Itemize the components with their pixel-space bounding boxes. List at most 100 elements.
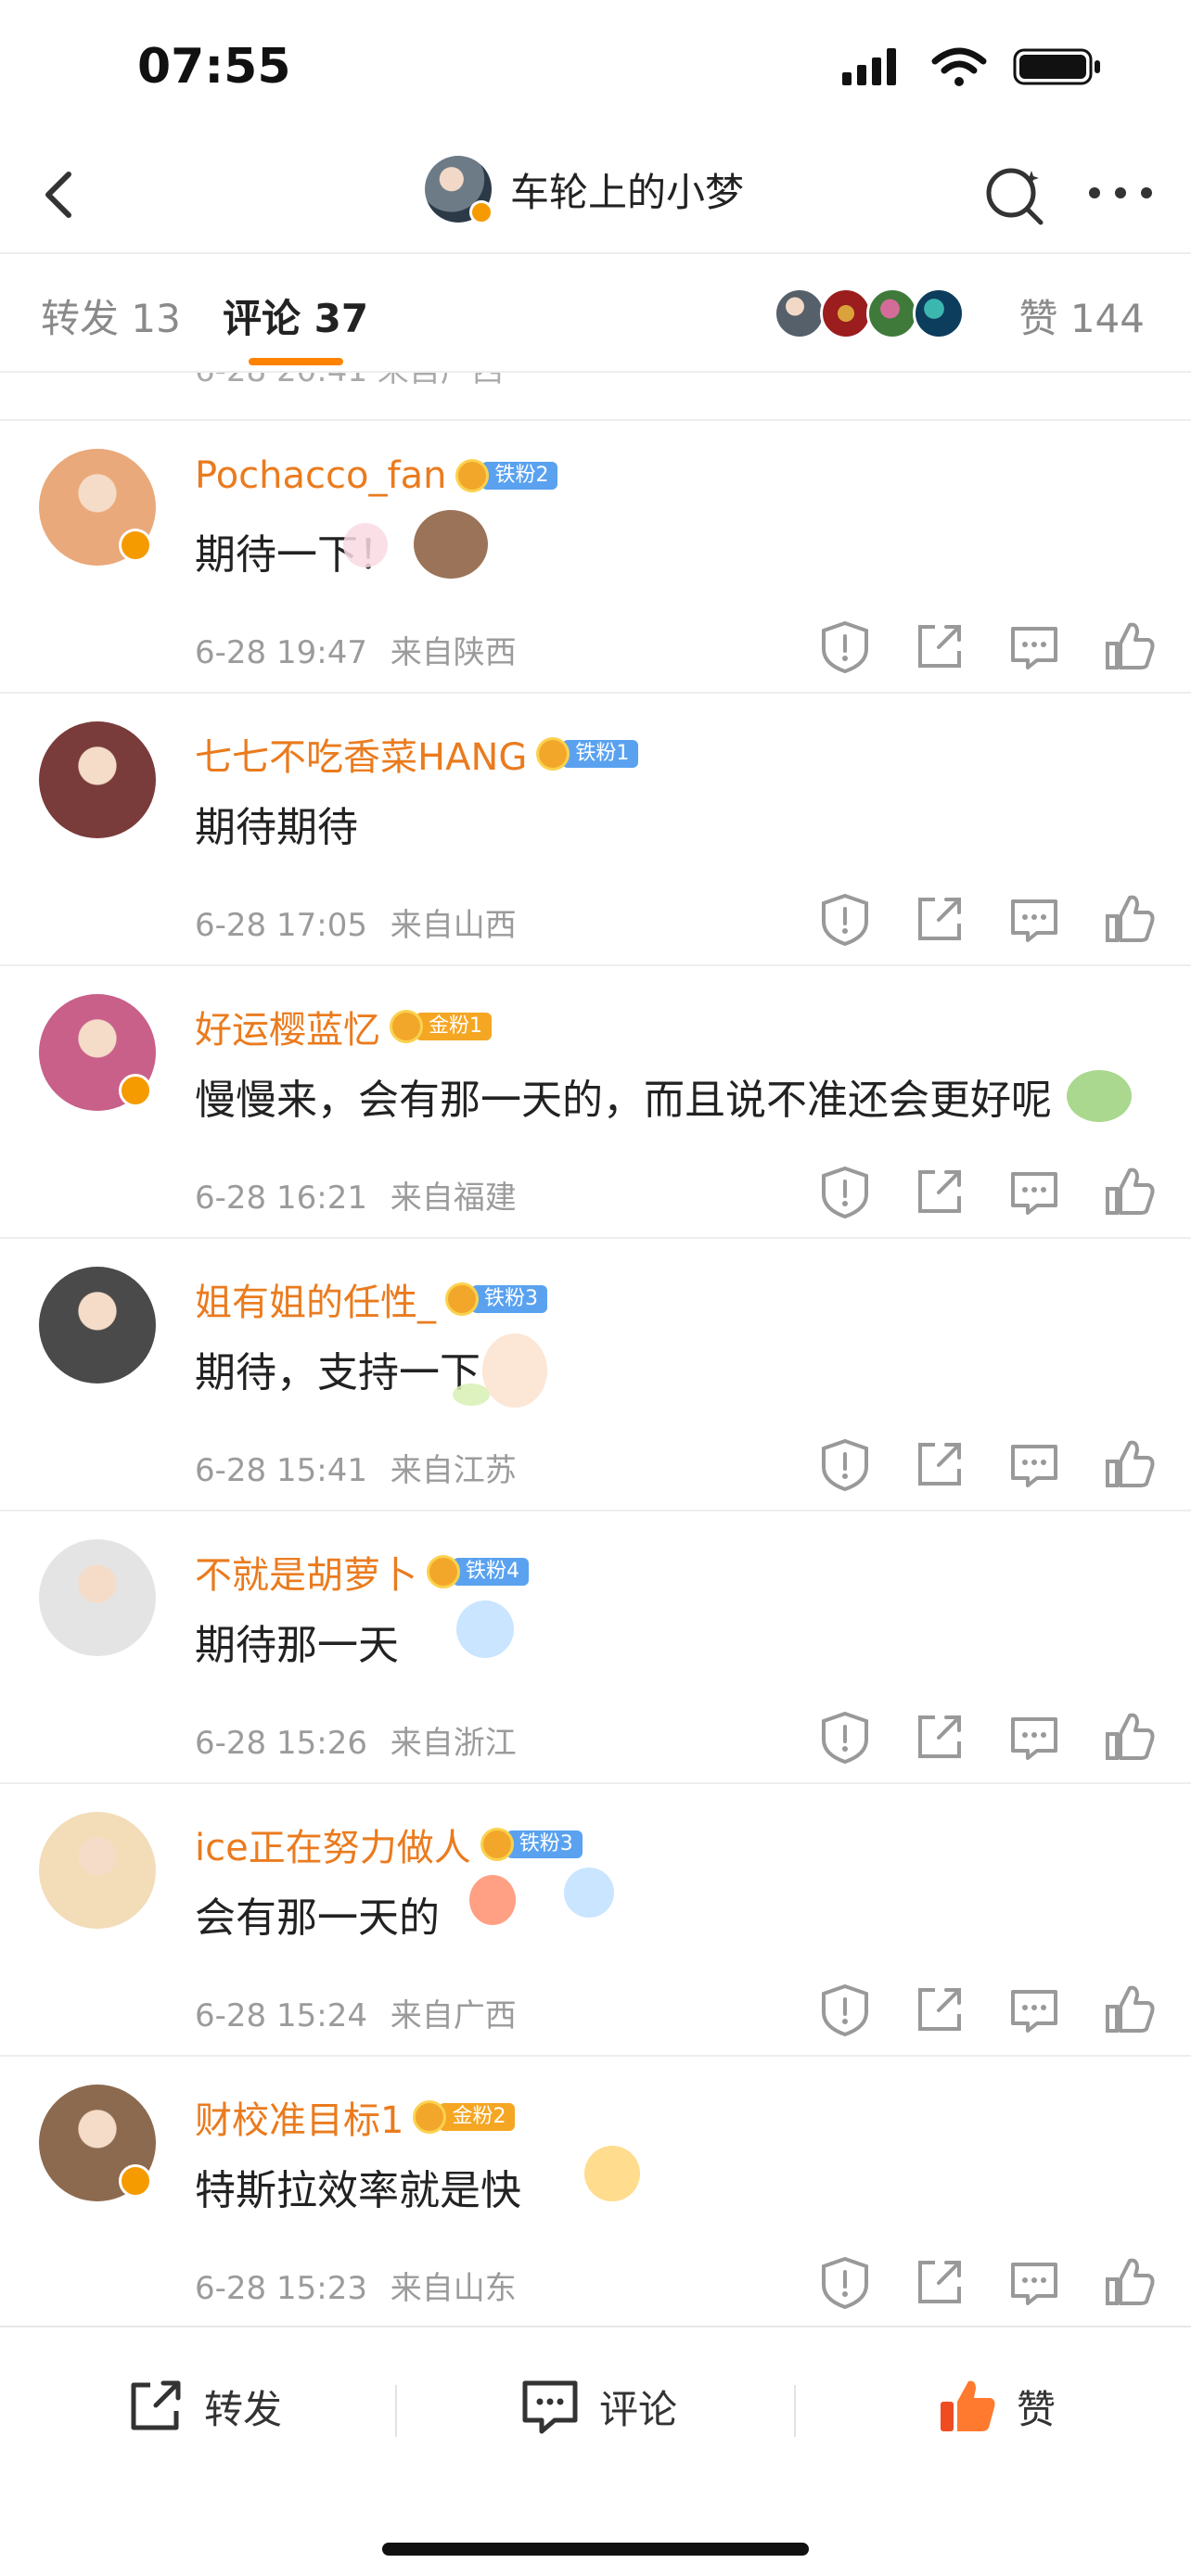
comment-location: 来自江苏 <box>390 1452 517 1489</box>
liker-avatar <box>774 287 826 339</box>
emoji-sticker <box>414 510 488 579</box>
username[interactable]: ice正在努力做人 铁粉3 <box>195 1817 583 1871</box>
report-icon[interactable] <box>816 1163 874 1220</box>
crown-icon <box>445 1282 479 1316</box>
avatar[interactable] <box>39 721 156 838</box>
comment-item[interactable]: 好运樱蓝忆 金粉1 慢慢来，会有那一天的，而且说不准还会更好呢 6-28 16:… <box>0 964 1191 1237</box>
like-icon[interactable] <box>1100 618 1158 675</box>
emoji-sticker <box>456 1600 514 1658</box>
share-icon[interactable] <box>911 2253 968 2311</box>
comment-meta: 6-28 16:21 来自福建 <box>195 1172 517 1218</box>
comment-item[interactable]: 七七不吃香菜HANG 铁粉1 期待期待 6-28 17:05 来自山西 <box>0 692 1191 964</box>
report-icon[interactable] <box>816 618 874 675</box>
comment-time: 6-28 16:21 <box>195 1180 367 1217</box>
like-icon[interactable] <box>1100 2253 1158 2311</box>
comment-time: 6-28 15:41 <box>195 1452 367 1489</box>
comment-item[interactable]: 不就是胡萝卜 铁粉4 期待那一天 6-28 15:26 来自浙江 <box>0 1510 1191 1782</box>
reply-icon[interactable] <box>1005 890 1063 948</box>
avatar[interactable] <box>39 1539 156 1656</box>
comment-item[interactable]: 财校准目标1 金粉2 特斯拉效率就是快 6-28 15:23 来自山东 <box>0 2055 1191 2324</box>
username[interactable]: 姐有姐的任性_ 铁粉3 <box>195 1272 547 1326</box>
crown-icon <box>390 1010 423 1043</box>
share-icon[interactable] <box>911 1708 968 1766</box>
report-icon[interactable] <box>816 2253 874 2311</box>
report-icon[interactable] <box>816 1708 874 1766</box>
report-icon[interactable] <box>816 890 874 948</box>
emoji-sticker <box>1067 1070 1132 1122</box>
like-icon[interactable] <box>1100 890 1158 948</box>
divider <box>794 2385 796 2437</box>
fan-badge: 金粉1 <box>390 1010 492 1043</box>
comment-text: 期待期待 <box>195 804 358 851</box>
tab-comment[interactable]: 评论 37 <box>223 287 368 344</box>
like-icon[interactable] <box>1100 1981 1158 2038</box>
emoji-sticker <box>482 1333 547 1408</box>
emoji-sticker <box>584 2146 640 2201</box>
back-icon[interactable] <box>28 161 95 228</box>
reply-icon[interactable] <box>1005 1708 1063 1766</box>
username-text[interactable]: 财校准目标1 <box>195 2090 403 2144</box>
username[interactable]: 财校准目标1 金粉2 <box>195 2090 516 2144</box>
comment-time: 6-28 17:05 <box>195 907 367 944</box>
comment-time: 6-28 15:23 <box>195 2270 367 2307</box>
emoji-sticker <box>564 1868 614 1918</box>
comment-label: 评论 <box>599 2386 678 2432</box>
reply-icon[interactable] <box>1005 1163 1063 1220</box>
author-avatar[interactable] <box>425 156 493 224</box>
reply-icon[interactable] <box>1005 1435 1063 1493</box>
share-icon[interactable] <box>911 1435 968 1493</box>
username-text[interactable]: 姐有姐的任性_ <box>195 1272 436 1326</box>
report-icon[interactable] <box>816 1981 874 2038</box>
username-text[interactable]: Pochacco_fan <box>195 454 446 497</box>
status-icons <box>840 46 1102 87</box>
username-text[interactable]: 不就是胡萝卜 <box>195 1545 417 1599</box>
wifi-icon <box>931 47 987 86</box>
reply-icon[interactable] <box>1005 2253 1063 2311</box>
username[interactable]: Pochacco_fan 铁粉2 <box>195 454 558 497</box>
like-label: 赞 <box>1017 2386 1057 2432</box>
comment-time: 6-28 19:47 <box>195 634 367 671</box>
share-icon[interactable] <box>911 618 968 675</box>
reply-icon[interactable] <box>1005 1981 1063 2038</box>
repost-button[interactable]: 转发 <box>122 2374 282 2439</box>
more-icon[interactable] <box>1083 174 1158 211</box>
comment-location: 来自山东 <box>390 2270 517 2307</box>
nav-author[interactable]: 车轮上的小梦 <box>425 156 744 224</box>
avatar[interactable] <box>39 1812 156 1929</box>
tab-likes[interactable]: 赞 144 <box>1018 287 1145 344</box>
comment-item[interactable]: ice正在努力做人 铁粉3 会有那一天的 6-28 15:24 来自广西 <box>0 1782 1191 2055</box>
share-icon[interactable] <box>911 1981 968 2038</box>
username[interactable]: 不就是胡萝卜 铁粉4 <box>195 1545 529 1599</box>
like-button[interactable]: 赞 <box>935 2374 1056 2439</box>
comment-item[interactable]: 姐有姐的任性_ 铁粉3 期待，支持一下 6-28 15:41 来自江苏 <box>0 1237 1191 1510</box>
avatar[interactable] <box>39 1267 156 1384</box>
share-icon[interactable] <box>911 1163 968 1220</box>
comment-item[interactable]: Pochacco_fan 铁粉2 期待一下！ 6-28 19:47 来自陕西 <box>0 419 1191 692</box>
fan-badge: 铁粉3 <box>480 1828 583 1861</box>
status-time: 07:55 <box>137 39 291 95</box>
like-icon[interactable] <box>1100 1435 1158 1493</box>
username[interactable]: 七七不吃香菜HANG 铁粉1 <box>195 727 639 781</box>
liker-avatars[interactable] <box>774 287 965 339</box>
comment-button[interactable]: 评论 <box>518 2374 677 2439</box>
nav-bar: 车轮上的小梦 <box>0 139 1191 250</box>
comment-meta: 6-28 17:05 来自山西 <box>195 899 517 945</box>
comment-actions <box>816 1163 1158 1220</box>
like-icon[interactable] <box>1100 1708 1158 1766</box>
username-text[interactable]: 好运樱蓝忆 <box>195 1000 380 1053</box>
share-icon[interactable] <box>911 890 968 948</box>
reply-icon[interactable] <box>1005 618 1063 675</box>
like-icon[interactable] <box>1100 1163 1158 1220</box>
comment-list: 6-28 20:41 来自广西 Pochacco_fan 铁粉2 期待一下！ 6… <box>0 373 1191 2324</box>
crown-icon <box>480 1828 514 1861</box>
nav-title[interactable]: 车轮上的小梦 <box>510 161 744 218</box>
report-icon[interactable] <box>816 1435 874 1493</box>
comment-meta: 6-28 15:26 来自浙江 <box>195 1717 517 1763</box>
username[interactable]: 好运樱蓝忆 金粉1 <box>195 1000 492 1053</box>
search-icon[interactable] <box>980 159 1050 230</box>
username-text[interactable]: 七七不吃香菜HANG <box>195 727 527 781</box>
tab-repost[interactable]: 转发 13 <box>41 287 181 344</box>
fan-badge: 金粉2 <box>413 2100 516 2134</box>
username-text[interactable]: ice正在努力做人 <box>195 1817 471 1871</box>
comment-location: 来自福建 <box>390 1180 517 1217</box>
